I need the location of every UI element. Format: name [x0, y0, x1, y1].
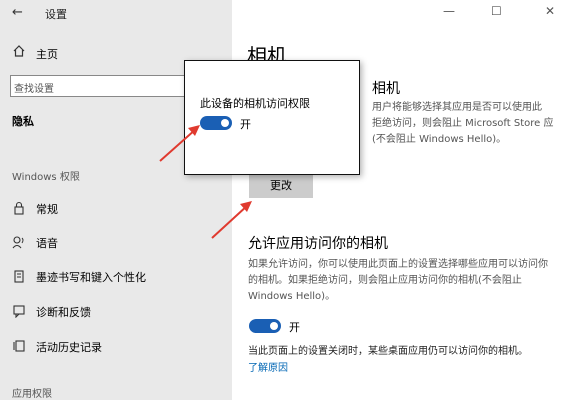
red-arrow-icon	[159, 125, 200, 162]
red-arrow-icon	[211, 201, 252, 239]
annotation-arrows	[159, 125, 252, 239]
